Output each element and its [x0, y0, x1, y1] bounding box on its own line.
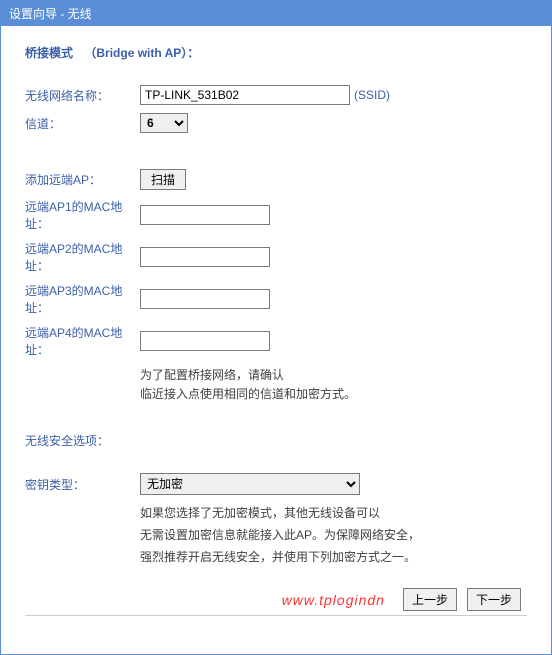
window-title: 设置向导 - 无线	[9, 7, 92, 21]
mac2-input[interactable]	[140, 247, 270, 267]
scan-button[interactable]: 扫描	[140, 169, 186, 190]
mac2-row: 远端AP2的MAC地址：	[25, 240, 527, 274]
mode-en: （Bridge with AP）：	[84, 46, 199, 60]
mode-label: 桥接模式	[25, 46, 73, 60]
title-bar: 设置向导 - 无线	[1, 1, 551, 26]
mode-header: 桥接模式 （Bridge with AP）：	[25, 44, 527, 61]
content-area: 桥接模式 （Bridge with AP）： 无线网络名称： (SSID) 信道…	[1, 26, 551, 654]
bridge-hint: 为了配置桥接网络，请确认 临近接入点使用相同的信道和加密方式。	[140, 366, 527, 404]
mac1-row: 远端AP1的MAC地址：	[25, 198, 527, 232]
ssid-label: 无线网络名称：	[25, 87, 140, 104]
mac4-input[interactable]	[140, 331, 270, 351]
encrypt-hint-line1: 如果您选择了无加密模式，其他无线设备可以	[140, 503, 527, 525]
next-button[interactable]: 下一步	[467, 588, 521, 611]
security-section-label: 无线安全选项：	[25, 432, 527, 449]
ssid-row: 无线网络名称： (SSID)	[25, 85, 527, 105]
add-ap-label: 添加远端AP：	[25, 171, 140, 188]
ssid-suffix: (SSID)	[354, 88, 390, 102]
bridge-hint-line2: 临近接入点使用相同的信道和加密方式。	[140, 385, 527, 404]
prev-button[interactable]: 上一步	[403, 588, 457, 611]
add-ap-row: 添加远端AP： 扫描	[25, 169, 527, 190]
mac4-row: 远端AP4的MAC地址：	[25, 324, 527, 358]
encrypt-hint-line2: 无需设置加密信息就能接入此AP。为保障网络安全，	[140, 525, 527, 547]
channel-label: 信道：	[25, 115, 140, 132]
footer-row: www.tplogindn 上一步 下一步	[25, 588, 527, 611]
mac3-row: 远端AP3的MAC地址：	[25, 282, 527, 316]
encrypt-hint-line3: 强烈推荐开启无线安全，并使用下列加密方式之一。	[140, 547, 527, 569]
watermark-text: www.tplogindn	[282, 592, 385, 608]
mac1-input[interactable]	[140, 205, 270, 225]
mac3-input[interactable]	[140, 289, 270, 309]
mac2-label: 远端AP2的MAC地址：	[25, 240, 140, 274]
key-type-label: 密钥类型：	[25, 476, 140, 493]
mac3-label: 远端AP3的MAC地址：	[25, 282, 140, 316]
channel-select[interactable]: 6	[140, 113, 188, 133]
wizard-window: 设置向导 - 无线 桥接模式 （Bridge with AP）： 无线网络名称：…	[0, 0, 552, 655]
ssid-input[interactable]	[140, 85, 350, 105]
footer-divider	[25, 615, 527, 616]
channel-row: 信道： 6	[25, 113, 527, 133]
key-type-row: 密钥类型： 无加密	[25, 473, 527, 495]
encrypt-hint: 如果您选择了无加密模式，其他无线设备可以 无需设置加密信息就能接入此AP。为保障…	[140, 503, 527, 568]
key-type-select[interactable]: 无加密	[140, 473, 360, 495]
bridge-hint-line1: 为了配置桥接网络，请确认	[140, 366, 527, 385]
mac1-label: 远端AP1的MAC地址：	[25, 198, 140, 232]
mac4-label: 远端AP4的MAC地址：	[25, 324, 140, 358]
